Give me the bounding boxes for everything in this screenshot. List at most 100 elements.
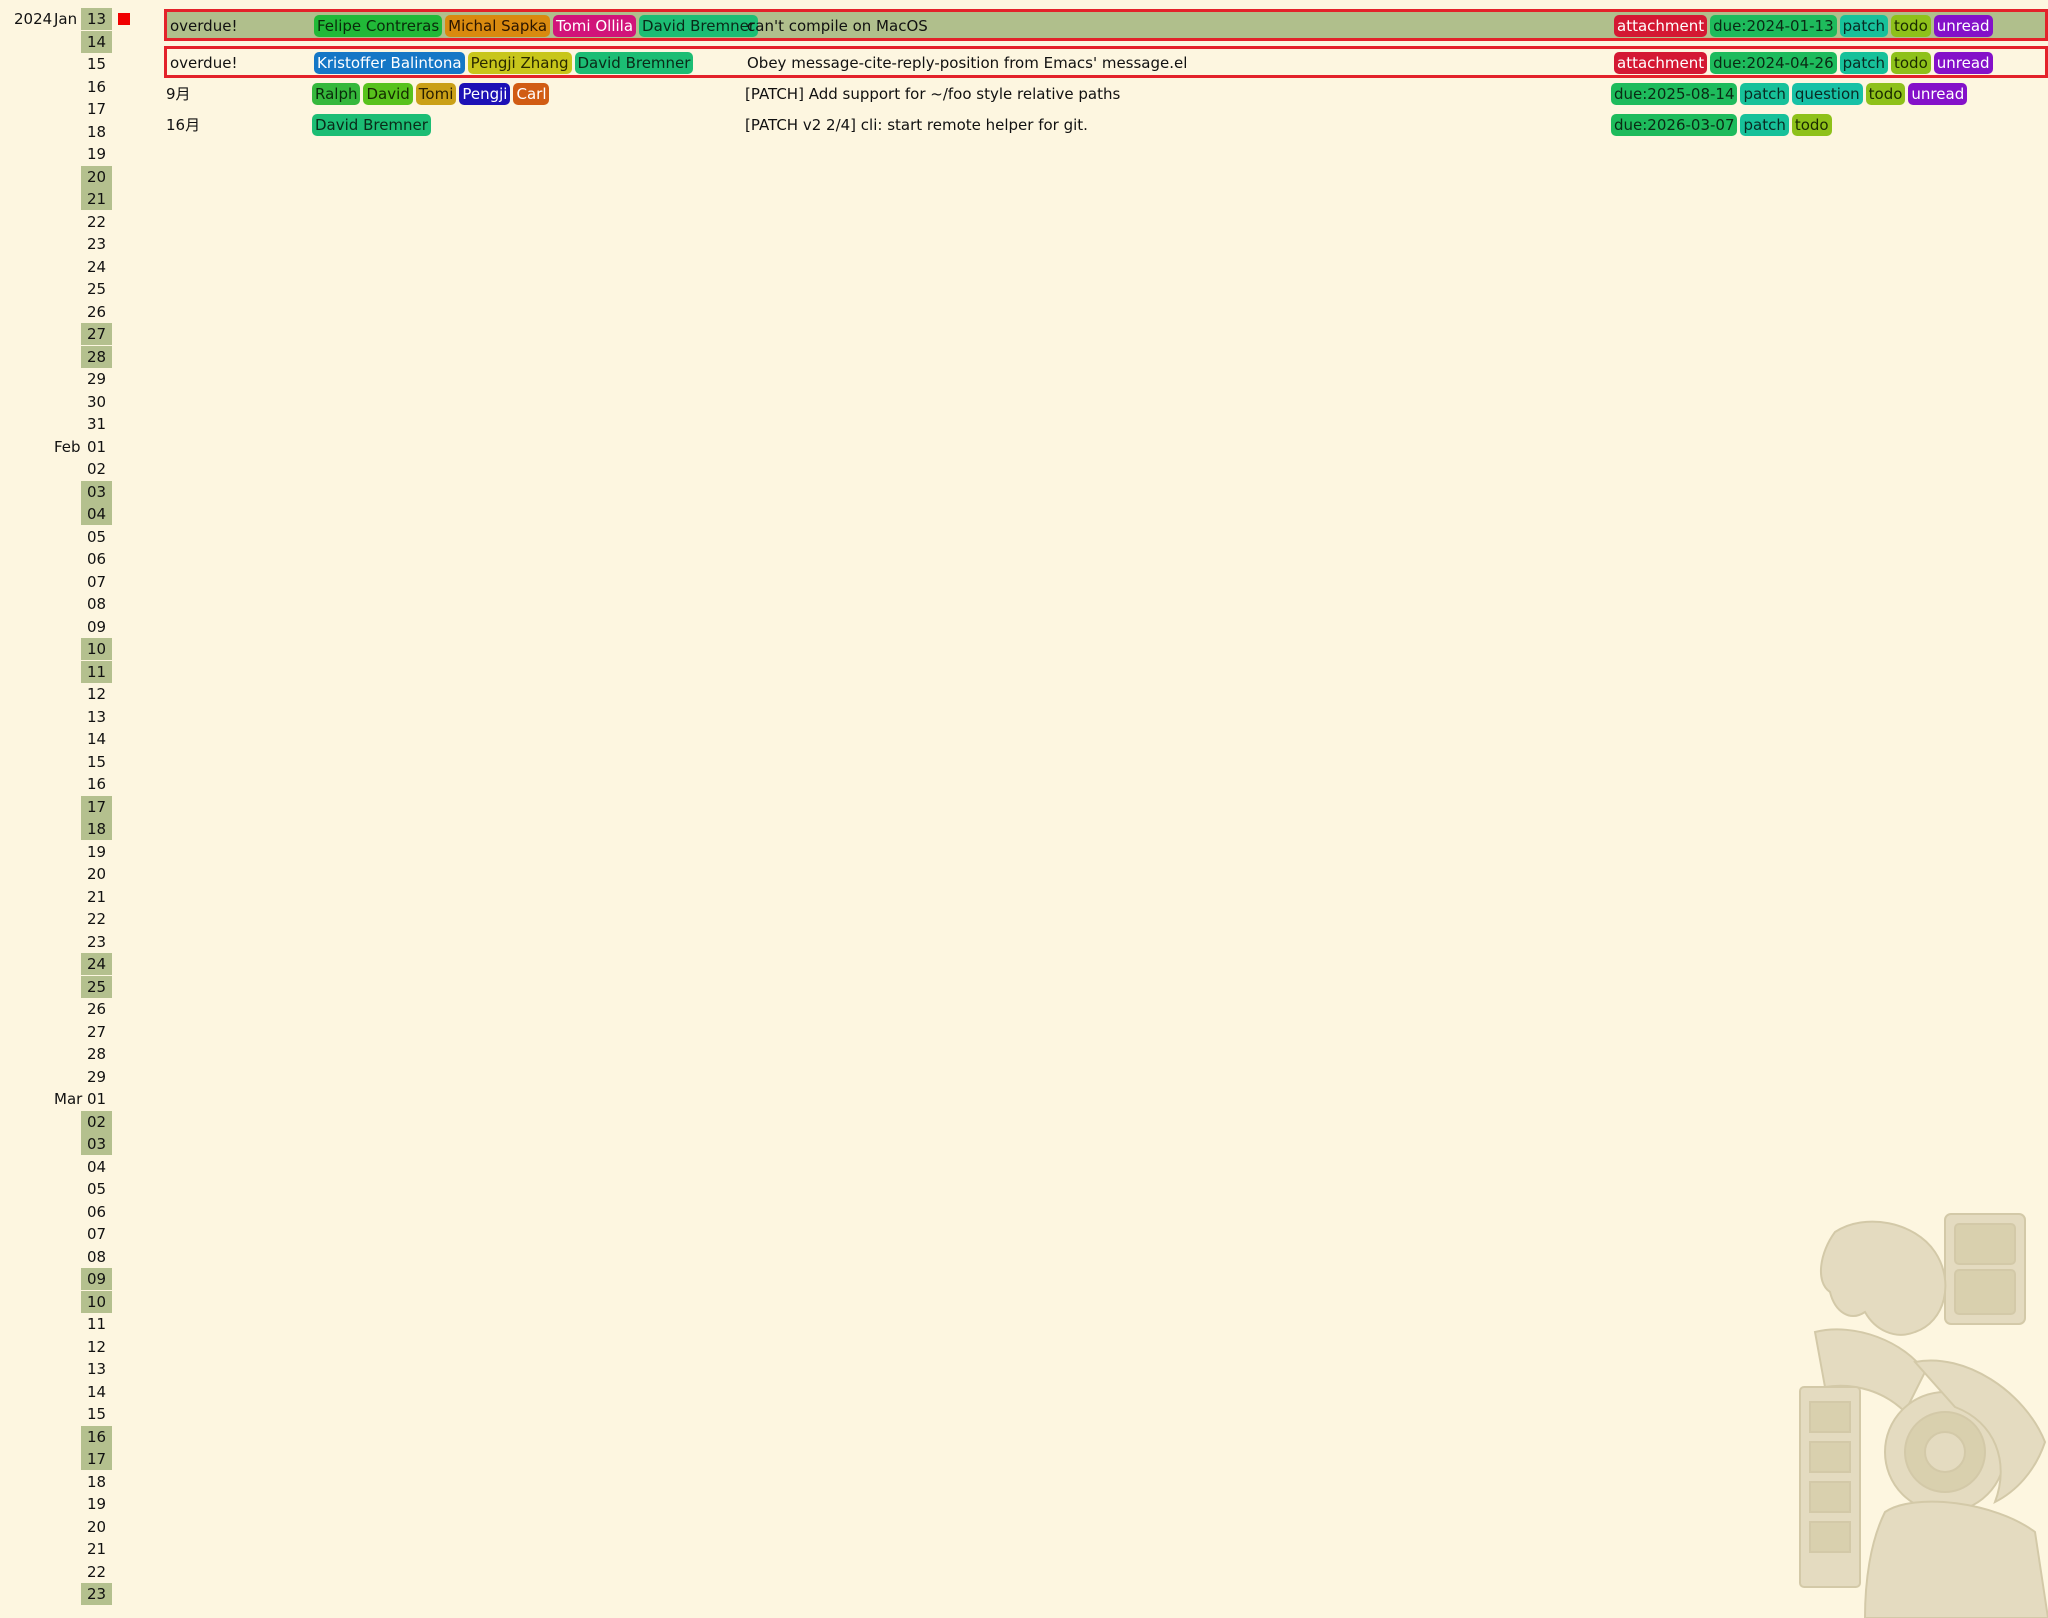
- calendar-day[interactable]: 07: [0, 1223, 140, 1246]
- calendar-day-number[interactable]: 09: [81, 1268, 112, 1290]
- calendar-day-number[interactable]: 08: [81, 1246, 112, 1268]
- calendar-day[interactable]: 08: [0, 1246, 140, 1269]
- calendar-day-number[interactable]: 02: [81, 458, 112, 480]
- calendar-day-number[interactable]: 30: [81, 391, 112, 413]
- calendar-day-number[interactable]: 26: [81, 301, 112, 323]
- calendar-day[interactable]: 17: [0, 98, 140, 121]
- calendar-day[interactable]: 09: [0, 1268, 140, 1291]
- calendar-day[interactable]: 04: [0, 503, 140, 526]
- calendar-day[interactable]: 18: [0, 1471, 140, 1494]
- message-subject[interactable]: [PATCH] Add support for ~/foo style rela…: [745, 83, 1120, 105]
- calendar-day-number[interactable]: 09: [81, 616, 112, 638]
- calendar-day-number[interactable]: 13: [81, 706, 112, 728]
- calendar-day[interactable]: 18: [0, 818, 140, 841]
- message-subject[interactable]: can't compile on MacOS: [747, 15, 928, 37]
- calendar-day-number[interactable]: 25: [81, 975, 112, 998]
- tag-chip[interactable]: due:2025-08-14: [1611, 83, 1738, 105]
- calendar-day[interactable]: 19: [0, 1493, 140, 1516]
- calendar-day[interactable]: 16: [0, 76, 140, 99]
- calendar-day-number[interactable]: 19: [81, 1493, 112, 1515]
- calendar-day[interactable]: 02: [0, 1110, 140, 1134]
- calendar-day[interactable]: 24: [0, 953, 140, 976]
- tag-chip[interactable]: todo: [1890, 52, 1931, 74]
- calendar-day-number[interactable]: 27: [81, 1021, 112, 1043]
- calendar-day[interactable]: 29: [0, 368, 140, 391]
- calendar-day[interactable]: 18: [0, 121, 140, 144]
- message-subject[interactable]: Obey message-cite-reply-position from Em…: [747, 52, 1187, 74]
- calendar-day[interactable]: 08: [0, 593, 140, 616]
- calendar-day-number[interactable]: 27: [81, 323, 112, 345]
- calendar-day[interactable]: 06: [0, 548, 140, 571]
- tag-chip[interactable]: due:2026-03-07: [1611, 114, 1738, 136]
- calendar-day-number[interactable]: 24: [81, 953, 112, 975]
- author-chip[interactable]: Pengji Zhang: [467, 52, 572, 74]
- calendar-day[interactable]: 23: [0, 931, 140, 954]
- calendar-day[interactable]: 12: [0, 1336, 140, 1359]
- calendar-day-number[interactable]: 04: [81, 1156, 112, 1178]
- tag-chip[interactable]: unread: [1933, 52, 1993, 74]
- message-row[interactable]: overdue! Felipe Contreras Michal Sapka Tomi…: [164, 9, 2048, 41]
- tag-chip[interactable]: todo: [1791, 114, 1832, 136]
- calendar-day[interactable]: 23: [0, 233, 140, 256]
- calendar-day[interactable]: 23: [0, 1583, 140, 1606]
- calendar-day-number[interactable]: 24: [81, 256, 112, 278]
- tag-chip[interactable]: patch: [1740, 114, 1789, 136]
- message-row[interactable]: overdue! Kristoffer Balintona Pengji Zhang…: [164, 46, 2048, 78]
- calendar-day-number[interactable]: 19: [81, 143, 112, 165]
- tag-chip[interactable]: due:2024-04-26: [1710, 52, 1837, 74]
- author-chip[interactable]: David Bremner: [574, 52, 694, 74]
- calendar-day[interactable]: 12: [0, 683, 140, 706]
- calendar-day-number[interactable]: 07: [81, 571, 112, 593]
- calendar-day[interactable]: 21: [0, 188, 140, 211]
- calendar-day-number[interactable]: 16: [81, 76, 112, 98]
- calendar-day[interactable]: 04: [0, 1156, 140, 1179]
- calendar-day[interactable]: 20: [0, 165, 140, 189]
- calendar-day-number[interactable]: 15: [81, 1403, 112, 1425]
- tag-chip[interactable]: unread: [1908, 83, 1968, 105]
- calendar-day-number[interactable]: 23: [81, 1583, 112, 1605]
- calendar-day[interactable]: 11: [0, 660, 140, 684]
- author-chip[interactable]: Tomi: [415, 83, 457, 105]
- calendar-day-number[interactable]: 05: [81, 1178, 112, 1200]
- calendar-day-number[interactable]: 03: [81, 480, 112, 503]
- author-chip[interactable]: Pengji: [459, 83, 511, 105]
- calendar-day[interactable]: 26: [0, 998, 140, 1021]
- author-chip[interactable]: Kristoffer Balintona: [314, 52, 465, 74]
- calendar-day-number[interactable]: 06: [81, 1201, 112, 1223]
- calendar-day-number[interactable]: 20: [81, 1516, 112, 1538]
- calendar-day[interactable]: 30: [0, 391, 140, 414]
- calendar-day-number[interactable]: 15: [81, 751, 112, 773]
- calendar-day-number[interactable]: 26: [81, 998, 112, 1020]
- tag-chip[interactable]: todo: [1865, 83, 1906, 105]
- calendar-day[interactable]: 10: [0, 1290, 140, 1314]
- calendar-day[interactable]: 25: [0, 278, 140, 301]
- calendar-day-number[interactable]: 16: [81, 1425, 112, 1448]
- calendar-day[interactable]: 28: [0, 1043, 140, 1066]
- calendar-day-number[interactable]: 18: [81, 818, 112, 840]
- calendar-day[interactable]: 22: [0, 1561, 140, 1584]
- calendar-day-number[interactable]: 03: [81, 1133, 112, 1155]
- calendar-day[interactable]: 21: [0, 1538, 140, 1561]
- calendar-day-number[interactable]: 01: [81, 436, 112, 458]
- calendar-day-number[interactable]: 28: [81, 345, 112, 368]
- calendar-day[interactable]: 14: [0, 30, 140, 54]
- calendar-day[interactable]: 14: [0, 728, 140, 751]
- calendar-day[interactable]: 27: [0, 1021, 140, 1044]
- calendar-day[interactable]: 26: [0, 301, 140, 324]
- calendar-day-number[interactable]: 17: [81, 1448, 112, 1470]
- calendar-day-number[interactable]: 20: [81, 165, 112, 188]
- calendar-day[interactable]: 20: [0, 1516, 140, 1539]
- message-row[interactable]: 9月 Ralph David Tomi Pengji Carl [PATCH] Add su…: [164, 83, 2048, 109]
- message-row[interactable]: 16月 David Bremner [PATCH v2 2/4] cli: star…: [164, 114, 2048, 140]
- calendar-day-number[interactable]: 19: [81, 841, 112, 863]
- calendar-day-number[interactable]: 18: [81, 121, 112, 143]
- author-chip[interactable]: David Bremner: [312, 114, 431, 136]
- calendar-day-number[interactable]: 17: [81, 98, 112, 120]
- calendar-day[interactable]: 14: [0, 1381, 140, 1404]
- calendar-day[interactable]: 06: [0, 1201, 140, 1224]
- calendar-day[interactable]: 15: [0, 1403, 140, 1426]
- calendar-day-number[interactable]: 14: [81, 728, 112, 750]
- author-chip[interactable]: Ralph: [312, 83, 361, 105]
- calendar-day[interactable]: 15: [0, 53, 140, 76]
- calendar-day-number[interactable]: 21: [81, 188, 112, 210]
